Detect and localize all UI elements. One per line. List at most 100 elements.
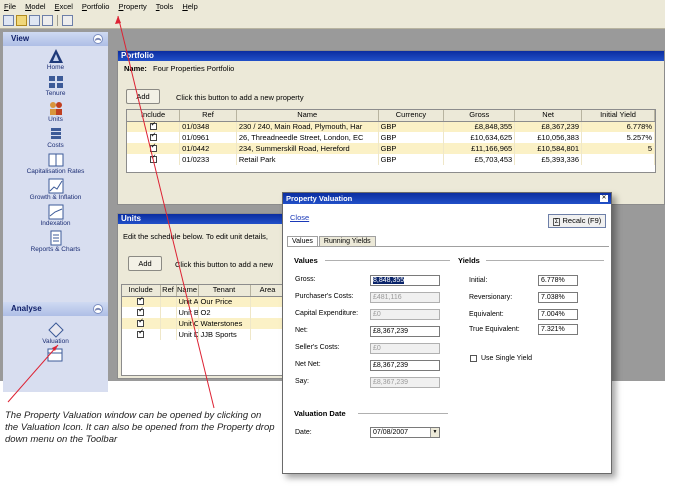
reversionary-yield-input[interactable]: 7.038% bbox=[538, 292, 578, 303]
nav-item-label: Capitalisation Rates bbox=[26, 168, 85, 175]
unit-tenant: Waterstones bbox=[198, 318, 251, 329]
include-checkbox[interactable] bbox=[149, 132, 157, 142]
equivalent-yield-input[interactable]: 7.004% bbox=[538, 309, 578, 320]
table-row[interactable]: 01/0961 26, Threadneedle Street, London,… bbox=[127, 132, 655, 143]
tab-divider bbox=[287, 246, 609, 247]
recalc-label: Recalc (F9) bbox=[562, 216, 602, 225]
initial-yield-input[interactable]: 6.778% bbox=[538, 275, 578, 286]
menu-help[interactable]: Help bbox=[182, 2, 197, 11]
table-row[interactable]: 01/0348 230 / 240, Main Road, Plymouth, … bbox=[127, 121, 655, 132]
collapse-chevron-icon[interactable]: ︽ bbox=[93, 34, 103, 44]
column-header-currency[interactable]: Currency bbox=[378, 110, 445, 122]
nav-item-indexation[interactable]: Indexation bbox=[3, 204, 108, 227]
column-header-net[interactable]: Net bbox=[514, 110, 583, 122]
unit-tenant: JJB Sports bbox=[198, 329, 251, 340]
include-checkbox[interactable] bbox=[149, 121, 157, 131]
portfolio-window: Portfolio Name: Four Properties Portfoli… bbox=[117, 50, 665, 205]
table-row[interactable]: Unit B O2 bbox=[122, 307, 286, 318]
property-net: £10,056,383 bbox=[514, 132, 583, 143]
property-gross: £5,703,453 bbox=[443, 154, 516, 165]
use-single-yield-checkbox[interactable] bbox=[470, 355, 477, 362]
menu-property[interactable]: Property bbox=[118, 2, 146, 11]
nav-item-growth-inflation[interactable]: Growth & Inflation bbox=[3, 178, 108, 201]
menu-file[interactable]: File bbox=[4, 2, 16, 11]
portfolio-name-row: Name: Four Properties Portfolio bbox=[118, 61, 664, 75]
nav-item-reports-charts[interactable]: Reports & Charts bbox=[3, 230, 108, 253]
include-checkbox[interactable] bbox=[149, 143, 157, 153]
menu-excel[interactable]: Excel bbox=[55, 2, 73, 11]
property-name: 234, Summerskill Road, Hereford bbox=[236, 143, 379, 154]
property-ref: 01/0442 bbox=[179, 143, 237, 154]
property-currency: GBP bbox=[378, 154, 445, 165]
column-header-ref[interactable]: Ref bbox=[160, 285, 177, 297]
property-net: £5,393,336 bbox=[514, 154, 583, 165]
table-row[interactable]: Unit C Waterstones bbox=[122, 318, 286, 329]
valuation-date-picker[interactable]: 07/08/2007 ▼ bbox=[370, 427, 440, 438]
app-window: File Model Excel Portfolio Property Tool… bbox=[0, 0, 688, 487]
use-single-yield-label: Use Single Yield bbox=[481, 355, 532, 362]
collapse-chevron-icon[interactable]: ︽ bbox=[93, 304, 103, 314]
nav-item-capitalisation-rates[interactable]: Capitalisation Rates bbox=[3, 152, 108, 175]
nav-item-costs[interactable]: Costs bbox=[3, 126, 108, 149]
nav-item-home[interactable]: Home bbox=[3, 48, 108, 71]
column-header-name[interactable]: Name bbox=[176, 285, 199, 297]
include-checkbox[interactable] bbox=[149, 154, 157, 164]
property-name: 26, Threadneedle Street, London, EC bbox=[236, 132, 379, 143]
net-net-input[interactable]: £8,367,239 bbox=[370, 360, 440, 371]
gross-input[interactable]: 8,848,355 bbox=[370, 275, 440, 286]
equivalent-yield-label: Equivalent: bbox=[469, 311, 504, 318]
say-input: £8,367,239 bbox=[370, 377, 440, 388]
table-row[interactable]: 01/0442 234, Summerskill Road, Hereford … bbox=[127, 143, 655, 154]
table-row[interactable]: Unit A Our Price bbox=[122, 296, 286, 307]
column-header-include[interactable]: Include bbox=[127, 110, 181, 122]
include-checkbox[interactable] bbox=[137, 307, 145, 317]
calculator-icon[interactable] bbox=[47, 348, 63, 362]
include-checkbox[interactable] bbox=[137, 296, 145, 306]
property-initial-yield: 5 bbox=[581, 143, 655, 154]
valuation-date-heading: Valuation Date bbox=[294, 409, 346, 418]
nav-item-label: Units bbox=[48, 116, 63, 123]
column-header-name[interactable]: Name bbox=[236, 110, 379, 122]
menu-portfolio[interactable]: Portfolio bbox=[82, 2, 110, 11]
recalc-button[interactable]: Σ Recalc (F9) bbox=[548, 214, 606, 228]
menu-tools[interactable]: Tools bbox=[156, 2, 174, 11]
column-header-area[interactable]: Area bbox=[250, 285, 286, 297]
print-preview-icon[interactable] bbox=[62, 15, 73, 26]
sellers-costs-input: £0 bbox=[370, 343, 440, 354]
save-icon[interactable] bbox=[29, 15, 40, 26]
net-input[interactable]: £8,367,239 bbox=[370, 326, 440, 337]
table-row[interactable]: Unit D JJB Sports bbox=[122, 329, 286, 340]
column-header-include[interactable]: Include bbox=[122, 285, 161, 297]
property-currency: GBP bbox=[378, 121, 445, 132]
close-icon[interactable]: ✕ bbox=[600, 195, 608, 202]
add-unit-button[interactable]: Add bbox=[128, 256, 162, 271]
home-icon bbox=[48, 49, 63, 63]
net-net-label: Net Net: bbox=[295, 361, 321, 368]
view-panel-header[interactable]: View ︽ bbox=[3, 32, 108, 46]
capital-expenditure-label: Capital Expenditure: bbox=[295, 310, 359, 317]
column-header-initial-yield[interactable]: Initial Yield bbox=[581, 110, 655, 122]
table-row[interactable]: 01/0233 Retail Park GBP £5,703,453 £5,39… bbox=[127, 154, 655, 165]
column-header-gross[interactable]: Gross bbox=[443, 110, 516, 122]
close-link[interactable]: Close bbox=[290, 213, 309, 222]
nav-item-tenure[interactable]: Tenure bbox=[3, 74, 108, 97]
nav-item-valuation[interactable]: Valuation bbox=[3, 322, 108, 345]
include-checkbox[interactable] bbox=[137, 329, 145, 339]
chevron-down-icon[interactable]: ▼ bbox=[430, 428, 439, 437]
menu-bar: File Model Excel Portfolio Property Tool… bbox=[0, 0, 665, 13]
people-icon bbox=[49, 102, 62, 115]
analyse-panel-header[interactable]: Analyse ︽ bbox=[3, 302, 108, 316]
print-icon[interactable] bbox=[42, 15, 53, 26]
new-file-icon[interactable] bbox=[3, 15, 14, 26]
true-equivalent-yield-input[interactable]: 7.321% bbox=[538, 324, 578, 335]
nav-item-label: Tenure bbox=[45, 90, 66, 97]
column-header-tenant[interactable]: Tenant bbox=[198, 285, 251, 297]
nav-item-units[interactable]: Units bbox=[3, 100, 108, 123]
add-property-button[interactable]: Add bbox=[126, 89, 160, 104]
property-gross: £10,634,625 bbox=[443, 132, 516, 143]
column-header-ref[interactable]: Ref bbox=[179, 110, 237, 122]
open-folder-icon[interactable] bbox=[16, 15, 27, 26]
portfolio-name-value: Four Properties Portfolio bbox=[153, 64, 235, 73]
menu-model[interactable]: Model bbox=[25, 2, 45, 11]
include-checkbox[interactable] bbox=[137, 318, 145, 328]
